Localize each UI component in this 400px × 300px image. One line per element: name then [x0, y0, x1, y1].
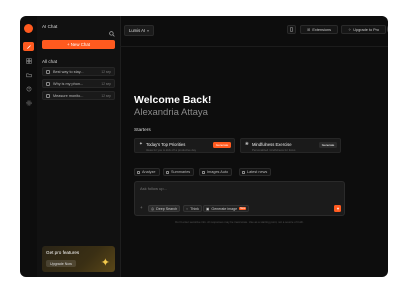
chat-item-label: Best way to stay... [53, 69, 84, 74]
bulb-icon: ◌ [186, 206, 189, 211]
starter-card[interactable]: ❀ Mindfulness Exercise Personalized mind… [240, 138, 341, 153]
chat-item-label: Measure monito... [53, 93, 84, 98]
chat-list-item[interactable]: Best way to stay... 12 sep [42, 67, 115, 76]
chip-analyze[interactable]: Analyze [134, 168, 160, 176]
upgrade-label: Upgrade to Pro [353, 27, 380, 32]
generate-button[interactable]: Generate [213, 142, 231, 148]
chat-item-time: 12 sep [101, 69, 111, 74]
chip-images-auto[interactable]: Images Auto [199, 168, 233, 176]
avatar[interactable] [387, 23, 388, 35]
think-button[interactable]: ◌ Think [183, 205, 202, 212]
chat-icon [46, 93, 50, 98]
chat-item-time: 12 sep [101, 81, 111, 86]
phone-icon[interactable] [287, 25, 296, 34]
grid-icon[interactable] [23, 56, 34, 65]
composer-placeholder: Ask follow up... [140, 186, 167, 191]
all-chat-heading: All chat [42, 59, 58, 64]
chat-sidebar: AI Chat + New Chat All chat Best way to … [37, 16, 121, 277]
news-icon [242, 170, 245, 174]
message-composer[interactable]: Ask follow up... + ◎ Deep Search ◌ Think… [134, 181, 345, 216]
starters-heading: Starters [134, 128, 151, 133]
chat-item-time: 12 sep [101, 93, 111, 98]
chip-label: Analyze [142, 170, 156, 174]
settings-icon[interactable] [23, 98, 34, 107]
upgrade-now-button[interactable]: Upgrade Now [46, 260, 76, 267]
chip-latest-news[interactable]: Latest news [239, 168, 272, 176]
chat-list-item[interactable]: Why is my phon... 12 sep [42, 79, 115, 88]
clock-icon[interactable] [23, 84, 34, 93]
sparkle-icon: ✦ [100, 257, 110, 269]
attach-icon[interactable]: + [140, 205, 143, 211]
user-name: Alexandria Attaya [134, 107, 208, 118]
model-selector[interactable]: Lumis AI ▾ [124, 25, 154, 36]
top-bar: Lumis AI ▾ ⊞ Extensions ✧ Upgrade to Pro [120, 16, 388, 47]
star-icon: ✧ [347, 27, 352, 32]
chat-icon [46, 81, 50, 86]
pen-icon[interactable] [23, 42, 34, 51]
chevron-down-icon: ▾ [147, 28, 149, 33]
globe-icon: ◎ [151, 206, 155, 211]
leaf-icon: ❀ [245, 141, 249, 146]
extensions-icon: ⊞ [307, 27, 311, 32]
chip-label: Summaries [171, 170, 191, 174]
disclaimer-text: Don't enter sensitive info. AI responses… [175, 220, 304, 224]
image-icon [202, 170, 205, 174]
send-button[interactable] [334, 205, 341, 212]
new-badge: New [239, 207, 247, 210]
chip-label: Images Auto [207, 170, 229, 174]
pro-card-title: Get pro features [46, 250, 80, 255]
upgrade-to-pro-button[interactable]: ✧ Upgrade to Pro [341, 25, 386, 34]
analyze-icon [137, 170, 140, 174]
chat-item-label: Why is my phon... [53, 81, 84, 86]
arrow-up-icon [336, 206, 339, 210]
icon-rail [20, 16, 38, 277]
starter-subtitle: Personalized mindfulness for focus [252, 148, 296, 152]
folder-icon[interactable] [23, 70, 34, 79]
starter-subtitle: Ideas for you to kick off a productive d… [146, 148, 197, 152]
generate-button[interactable]: Generate [319, 142, 337, 148]
starter-title: Mindfulness Exercise [252, 142, 292, 147]
welcome-heading: Welcome Back! [134, 94, 212, 106]
sparkle-icon: ✦ [139, 141, 143, 146]
app-window: AI Chat + New Chat All chat Best way to … [20, 16, 388, 277]
chip-summaries[interactable]: Summaries [163, 168, 195, 176]
generate-image-label: Generate image [211, 206, 238, 211]
chat-list-item[interactable]: Measure monito... 12 sep [42, 91, 115, 100]
starter-title: Today's Top Priorities [146, 142, 186, 147]
new-chat-button[interactable]: + New Chat [42, 40, 115, 49]
model-label: Lumis AI [129, 28, 146, 33]
pro-features-card: Get pro features Upgrade Now ✦ [42, 246, 115, 272]
chip-label: Latest news [247, 170, 268, 174]
deep-search-button[interactable]: ◎ Deep Search [148, 205, 181, 212]
think-label: Think [190, 206, 199, 211]
logo-icon[interactable] [24, 24, 33, 33]
starter-card[interactable]: ✦ Today's Top Priorities Ideas for you t… [134, 138, 235, 153]
extensions-label: Extensions [312, 27, 331, 32]
deep-search-label: Deep Search [156, 206, 178, 211]
chat-icon [46, 69, 50, 74]
image-icon: ▣ [206, 206, 210, 211]
extensions-button[interactable]: ⊞ Extensions [300, 25, 338, 34]
search-icon[interactable] [109, 24, 115, 37]
summaries-icon [166, 170, 169, 174]
generate-image-button[interactable]: ▣ Generate image New [203, 205, 250, 212]
sidebar-title: AI Chat [42, 24, 58, 29]
